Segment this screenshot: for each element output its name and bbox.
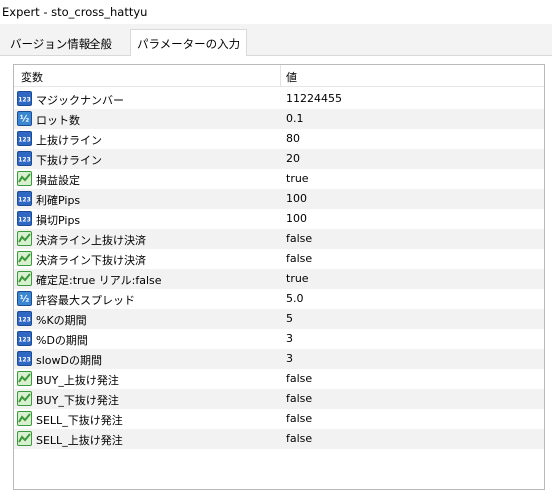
table-row[interactable]: 123 損切Pips 100 bbox=[14, 209, 544, 229]
svg-text:123: 123 bbox=[18, 217, 31, 224]
param-name: SELL_上抜け発注 bbox=[36, 434, 123, 447]
int-icon: 123 bbox=[17, 91, 32, 106]
param-name: 確定足:true リアル:false bbox=[36, 274, 162, 287]
parameters-grid: 変数 値 123 マジックナンバー 11224455 ½ ロット数 0.1 123 上抜けライ… bbox=[13, 64, 545, 490]
param-value[interactable]: 3 bbox=[286, 332, 293, 345]
double-icon: ½ bbox=[17, 111, 32, 126]
svg-text:123: 123 bbox=[18, 317, 31, 324]
table-row[interactable]: 123 上抜けライン 80 bbox=[14, 129, 544, 149]
int-icon: 123 bbox=[17, 211, 32, 226]
param-value[interactable]: 11224455 bbox=[286, 92, 342, 105]
bool-icon bbox=[17, 251, 32, 266]
window-title: Expert - sto_cross_hattyu bbox=[0, 0, 552, 24]
parameters-panel: 変数 値 123 マジックナンバー 11224455 ½ ロット数 0.1 123 上抜けライ… bbox=[0, 56, 552, 492]
table-row[interactable]: 決済ライン下抜け決済 false bbox=[14, 249, 544, 269]
table-row[interactable]: BUY_下抜け発注 false bbox=[14, 389, 544, 409]
table-row[interactable]: 損益設定 true bbox=[14, 169, 544, 189]
int-icon: 123 bbox=[17, 351, 32, 366]
param-value[interactable]: true bbox=[286, 272, 309, 285]
int-icon: 123 bbox=[17, 131, 32, 146]
param-value[interactable]: false bbox=[286, 232, 312, 245]
table-row[interactable]: BUY_上抜け発注 false bbox=[14, 369, 544, 389]
param-value[interactable]: 5 bbox=[286, 312, 293, 325]
param-name: 許容最大スプレッド bbox=[36, 294, 135, 307]
param-value[interactable]: 3 bbox=[286, 352, 293, 365]
param-name: slowDの期間 bbox=[36, 354, 102, 367]
param-value[interactable]: false bbox=[286, 252, 312, 265]
tab-parameters[interactable]: パラメーターの入力 bbox=[130, 29, 248, 57]
bool-icon bbox=[17, 431, 32, 446]
param-name: 決済ライン上抜け決済 bbox=[36, 234, 146, 247]
param-value[interactable]: 80 bbox=[286, 132, 300, 145]
param-value[interactable]: false bbox=[286, 412, 312, 425]
bool-icon bbox=[17, 371, 32, 386]
param-value[interactable]: 0.1 bbox=[286, 112, 304, 125]
param-name: 損切Pips bbox=[36, 214, 81, 227]
table-row[interactable]: SELL_上抜け発注 false bbox=[14, 429, 544, 449]
table-row[interactable]: 確定足:true リアル:false true bbox=[14, 269, 544, 289]
param-name: %Dの期間 bbox=[36, 334, 88, 347]
table-row[interactable]: 123 下抜けライン 20 bbox=[14, 149, 544, 169]
param-value[interactable]: 5.0 bbox=[286, 292, 304, 305]
double-icon: ½ bbox=[17, 291, 32, 306]
param-value[interactable]: false bbox=[286, 392, 312, 405]
param-name: ロット数 bbox=[36, 114, 80, 127]
table-row[interactable]: 123 %Kの期間 5 bbox=[14, 309, 544, 329]
table-row[interactable]: SELL_下抜け発注 false bbox=[14, 409, 544, 429]
param-name: 利確Pips bbox=[36, 194, 81, 207]
svg-text:123: 123 bbox=[18, 97, 31, 104]
param-name: BUY_下抜け発注 bbox=[36, 394, 119, 407]
tab-bar: バージョン情報 全般 パラメーターの入力 bbox=[0, 24, 552, 57]
header-variable[interactable]: 変数 bbox=[21, 69, 43, 85]
table-row[interactable]: ½ 許容最大スプレッド 5.0 bbox=[14, 289, 544, 309]
bool-icon bbox=[17, 171, 32, 186]
param-value[interactable]: 100 bbox=[286, 192, 307, 205]
header-divider[interactable] bbox=[280, 65, 281, 87]
param-name: 決済ライン下抜け決済 bbox=[36, 254, 146, 267]
int-icon: 123 bbox=[17, 151, 32, 166]
bool-icon bbox=[17, 271, 32, 286]
param-value[interactable]: 20 bbox=[286, 152, 300, 165]
int-icon: 123 bbox=[17, 191, 32, 206]
table-row[interactable]: ½ ロット数 0.1 bbox=[14, 109, 544, 129]
svg-text:123: 123 bbox=[18, 137, 31, 144]
table-row[interactable]: 123 マジックナンバー 11224455 bbox=[14, 89, 544, 109]
grid-header: 変数 値 bbox=[14, 65, 544, 87]
param-value[interactable]: 100 bbox=[286, 212, 307, 225]
table-row[interactable]: 123 利確Pips 100 bbox=[14, 189, 544, 209]
bool-icon bbox=[17, 391, 32, 406]
param-value[interactable]: true bbox=[286, 172, 309, 185]
svg-text:½: ½ bbox=[20, 114, 29, 125]
table-row[interactable]: 決済ライン上抜け決済 false bbox=[14, 229, 544, 249]
svg-text:123: 123 bbox=[18, 197, 31, 204]
param-name: BUY_上抜け発注 bbox=[36, 374, 119, 387]
bool-icon bbox=[17, 231, 32, 246]
int-icon: 123 bbox=[17, 331, 32, 346]
param-name: 損益設定 bbox=[36, 174, 80, 187]
svg-text:123: 123 bbox=[18, 357, 31, 364]
param-name: 下抜けライン bbox=[36, 154, 102, 167]
tab-general[interactable]: 全般 bbox=[83, 32, 118, 56]
param-value[interactable]: false bbox=[286, 432, 312, 445]
param-name: マジックナンバー bbox=[36, 94, 124, 107]
svg-text:123: 123 bbox=[18, 337, 31, 344]
param-name: 上抜けライン bbox=[36, 134, 102, 147]
param-name: %Kの期間 bbox=[36, 314, 87, 327]
svg-text:½: ½ bbox=[20, 294, 29, 305]
svg-text:123: 123 bbox=[18, 157, 31, 164]
param-name: SELL_下抜け発注 bbox=[36, 414, 123, 427]
bool-icon bbox=[17, 411, 32, 426]
header-value[interactable]: 値 bbox=[286, 69, 297, 85]
table-row[interactable]: 123 slowDの期間 3 bbox=[14, 349, 544, 369]
table-row[interactable]: 123 %Dの期間 3 bbox=[14, 329, 544, 349]
param-value[interactable]: false bbox=[286, 372, 312, 385]
int-icon: 123 bbox=[17, 311, 32, 326]
